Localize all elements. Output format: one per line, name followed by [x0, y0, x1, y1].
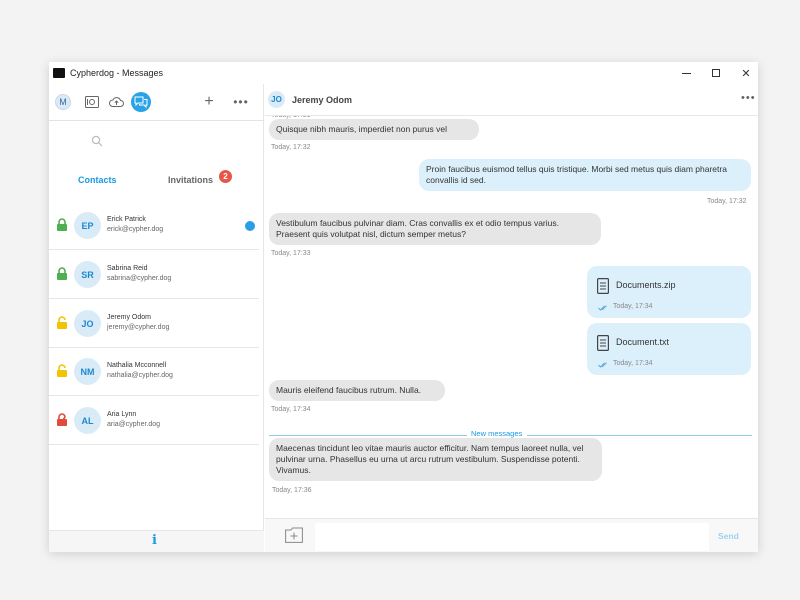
- window-title: Cypherdog - Messages: [70, 68, 164, 78]
- app-window: Cypherdog - Messages ✕ M + ••• Contacts …: [49, 62, 758, 552]
- message-composer: Send: [265, 518, 758, 552]
- file-name: Document.txt: [616, 337, 670, 347]
- delivered-check-icon: [598, 305, 607, 311]
- message-timestamp: Today, 17:36: [272, 487, 312, 494]
- contact-email: nathalia@cypher.dog: [107, 372, 173, 379]
- contact-avatar: AL: [74, 407, 101, 434]
- sidebar: M + ••• Contacts Invitations 2 EP Erick P…: [49, 84, 264, 552]
- contact-name: Jeremy Odom: [107, 314, 151, 321]
- contact-item[interactable]: JO Jeremy Odom jeremy@cypher.dog: [49, 300, 259, 348]
- contact-email: aria@cypher.dog: [107, 421, 161, 428]
- tab-contacts[interactable]: Contacts: [78, 175, 117, 185]
- contact-avatar: SR: [74, 261, 101, 288]
- chat-header: JO Jeremy Odom •••: [265, 84, 758, 116]
- close-icon: ✕: [741, 67, 751, 80]
- message-input[interactable]: [315, 523, 709, 551]
- chat-contact-avatar[interactable]: JO: [268, 91, 285, 108]
- maximize-icon: [712, 69, 720, 77]
- file-name: Documents.zip: [616, 280, 676, 290]
- message-timestamp: Today, 17:32: [271, 144, 311, 151]
- contact-avatar: EP: [74, 212, 101, 239]
- info-icon[interactable]: i: [152, 533, 157, 548]
- new-messages-divider: New messages: [471, 429, 523, 438]
- maximize-button[interactable]: [701, 62, 731, 84]
- contact-avatar: NM: [74, 358, 101, 385]
- unlocked-lock-icon: [57, 316, 67, 329]
- more-options-icon[interactable]: •••: [233, 94, 249, 110]
- message-timestamp: Today, 17:34: [271, 406, 311, 413]
- send-button[interactable]: Send: [718, 531, 739, 541]
- messages-icon[interactable]: [131, 92, 151, 112]
- message-bubble-outgoing: Proin faucibus euismod tellus quis trist…: [419, 159, 751, 191]
- contact-item[interactable]: EP Erick Patrick erick@cypher.dog: [49, 202, 259, 250]
- message-timestamp: Today, 17:32: [707, 198, 747, 205]
- user-avatar[interactable]: M: [55, 94, 71, 110]
- contact-item[interactable]: NM Nathalia Mcconnell nathalia@cypher.dog: [49, 348, 259, 396]
- file-timestamp: Today, 17:34: [613, 360, 653, 367]
- contact-name: Sabrina Reid: [107, 265, 148, 272]
- contact-avatar: JO: [74, 310, 101, 337]
- chat-contact-name: Jeremy Odom: [292, 95, 353, 105]
- broken-lock-icon: [57, 413, 67, 426]
- invitations-count-badge: 2: [219, 170, 232, 183]
- file-attachment[interactable]: Document.txt Today, 17:34: [587, 323, 751, 375]
- contact-name: Aria Lynn: [107, 411, 137, 418]
- locked-lock-icon: [57, 218, 67, 231]
- document-icon: [597, 335, 609, 351]
- contact-item[interactable]: SR Sabrina Reid sabrina@cypher.dog: [49, 251, 259, 299]
- sidebar-toolbar: M + •••: [49, 84, 264, 121]
- sidebar-footer: i: [49, 530, 264, 552]
- contact-email: sabrina@cypher.dog: [107, 275, 172, 282]
- close-button[interactable]: ✕: [731, 62, 758, 84]
- document-icon: [597, 278, 609, 294]
- app-logo-icon: [53, 68, 65, 78]
- add-attachment-icon[interactable]: [285, 527, 303, 543]
- unread-indicator: [245, 221, 255, 231]
- safe-icon[interactable]: [84, 94, 100, 110]
- contact-name: Erick Patrick: [107, 216, 146, 223]
- message-bubble-incoming: Maecenas tincidunt leo vitae mauris auct…: [269, 438, 602, 481]
- unlocked-lock-icon: [57, 364, 67, 377]
- file-attachment[interactable]: Documents.zip Today, 17:34: [587, 266, 751, 318]
- tab-invitations[interactable]: Invitations: [168, 175, 213, 185]
- file-timestamp: Today, 17:34: [613, 303, 653, 310]
- search-icon[interactable]: [91, 135, 103, 147]
- delivered-check-icon: [598, 362, 607, 368]
- minimize-button[interactable]: [671, 62, 701, 84]
- cloud-upload-icon[interactable]: [108, 94, 124, 110]
- message-bubble-incoming: Vestibulum faucibus pulvinar diam. Cras …: [269, 213, 601, 245]
- message-timestamp: Today, 17:33: [271, 250, 311, 257]
- contact-email: erick@cypher.dog: [107, 226, 164, 233]
- contact-email: jeremy@cypher.dog: [107, 324, 170, 331]
- message-list: Today, 17:31 Quisque nibh mauris, imperd…: [265, 116, 758, 518]
- title-bar: Cypherdog - Messages ✕: [49, 62, 758, 84]
- add-icon[interactable]: +: [201, 93, 217, 110]
- minimize-icon: [681, 72, 691, 74]
- message-bubble-incoming: Quisque nibh mauris, imperdiet non purus…: [269, 119, 479, 140]
- locked-lock-icon: [57, 267, 67, 280]
- contact-name: Nathalia Mcconnell: [107, 362, 167, 369]
- new-messages-divider-line: [269, 435, 467, 436]
- new-messages-divider-line: [527, 435, 752, 436]
- contact-item[interactable]: AL Aria Lynn aria@cypher.dog: [49, 397, 259, 445]
- chat-more-options-icon[interactable]: •••: [741, 92, 756, 104]
- message-bubble-incoming: Mauris eleifend faucibus rutrum. Nulla.: [269, 380, 445, 401]
- chat-panel: JO Jeremy Odom ••• Today, 17:31 Quisque …: [265, 84, 758, 552]
